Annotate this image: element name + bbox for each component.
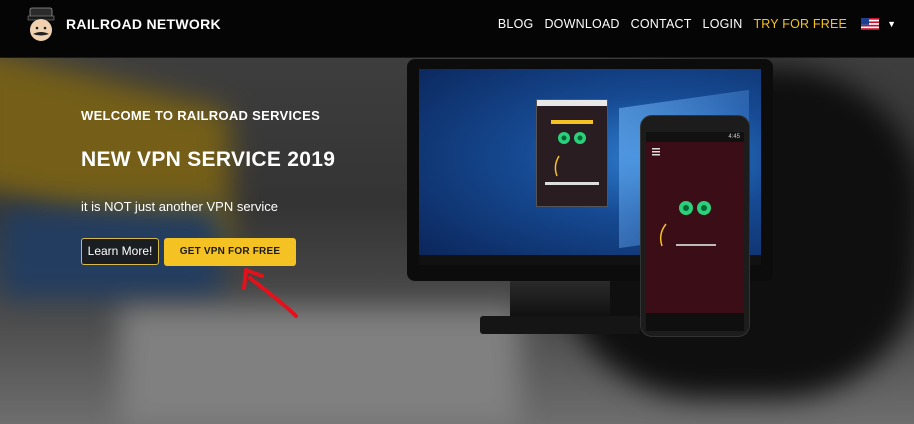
monitor-stand-neck bbox=[510, 281, 610, 319]
nav-login[interactable]: LOGIN bbox=[703, 17, 743, 31]
phone-vpn-mascot-icon bbox=[652, 148, 716, 247]
monitor-stand-base bbox=[480, 316, 640, 334]
red-pointer-arrow-icon bbox=[242, 268, 298, 318]
vpn-desktop-app-window bbox=[536, 99, 608, 207]
smartphone-image: 4:45 bbox=[640, 115, 750, 337]
brand-name[interactable]: RAILROAD NETWORK bbox=[66, 16, 221, 32]
nav-contact[interactable]: CONTACT bbox=[631, 17, 692, 31]
conductor-logo-icon[interactable] bbox=[26, 6, 56, 46]
top-navigation-bar: RAILROAD NETWORK BLOG DOWNLOAD CONTACT L… bbox=[0, 0, 914, 58]
hero-welcome-text: WELCOME TO RAILROAD SERVICES bbox=[81, 108, 321, 123]
hero-subtitle: it is NOT just another VPN service bbox=[81, 199, 278, 214]
get-vpn-free-button[interactable]: GET VPN FOR FREE bbox=[164, 238, 296, 266]
phone-status-bar: 4:45 bbox=[646, 132, 744, 142]
phone-nav-bar bbox=[646, 313, 744, 331]
nav-download[interactable]: DOWNLOAD bbox=[544, 17, 619, 31]
nav-blog[interactable]: BLOG bbox=[498, 17, 534, 31]
language-dropdown-caret-icon[interactable]: ▼ bbox=[887, 19, 896, 29]
vpn-app-mascot-icon bbox=[545, 120, 599, 185]
nav-try-for-free[interactable]: TRY FOR FREE bbox=[753, 17, 847, 31]
main-nav: BLOG DOWNLOAD CONTACT LOGIN TRY FOR FREE… bbox=[487, 17, 896, 31]
phone-screen: 4:45 bbox=[646, 132, 744, 314]
us-flag-icon[interactable] bbox=[861, 18, 880, 30]
hero-title: NEW VPN SERVICE 2019 bbox=[81, 148, 336, 171]
learn-more-button[interactable]: Learn More! bbox=[81, 238, 159, 265]
